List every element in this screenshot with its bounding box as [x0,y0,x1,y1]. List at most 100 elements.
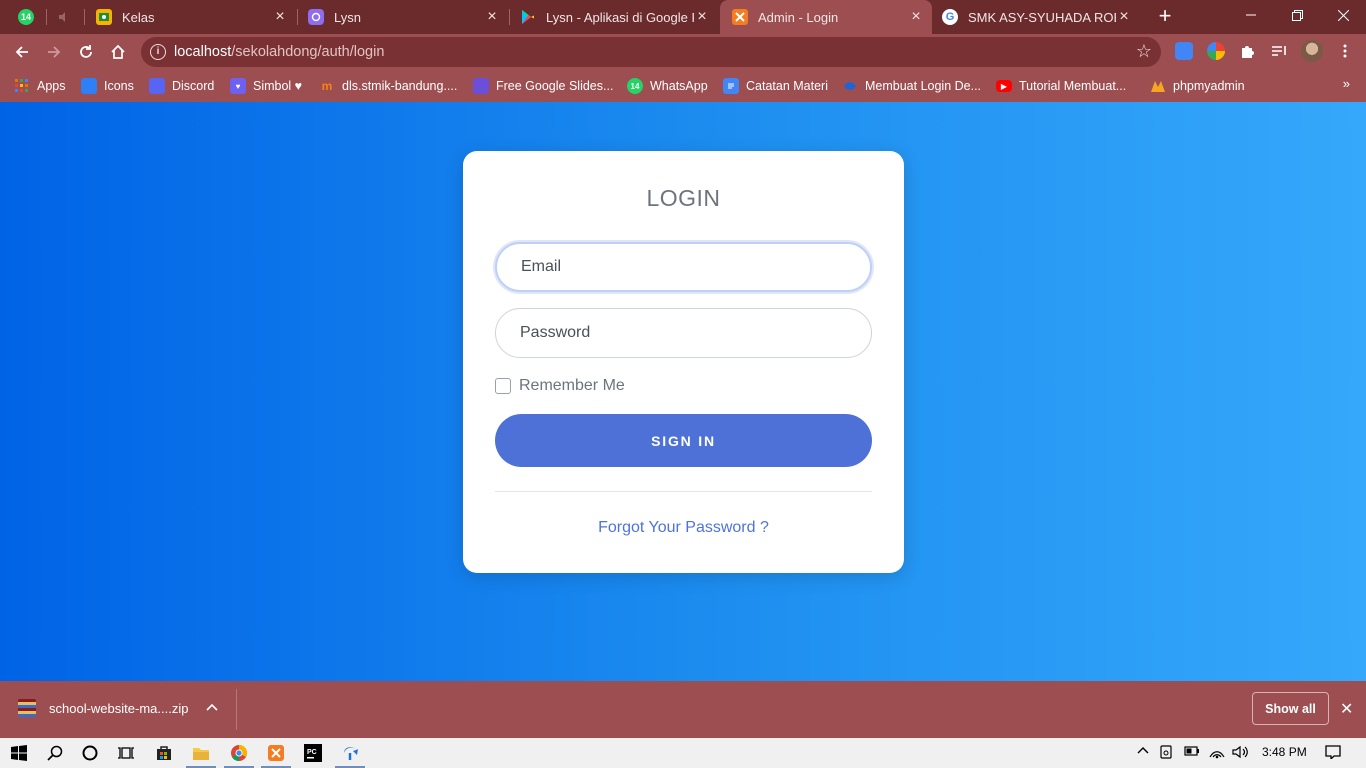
remember-me-checkbox[interactable] [495,378,511,394]
tab-kelas[interactable]: Kelas × [96,0,296,34]
store-icon[interactable] [153,742,175,764]
app-arrow-icon[interactable] [335,742,365,768]
show-all-button[interactable]: Show all [1252,692,1329,725]
download-file-name: school-website-ma....zip [49,700,189,716]
bookmark-catatan-materi[interactable]: Catatan Materi [723,76,828,96]
forward-button[interactable] [42,40,66,64]
whatsapp-icon: 14 [627,78,643,94]
start-windows-icon[interactable] [8,742,30,764]
browser-menu-icon[interactable] [1336,42,1354,60]
moodle-icon: m [321,79,333,93]
tab-close-icon[interactable]: × [908,8,924,26]
color-picker-extension-icon[interactable] [1207,42,1225,60]
bookmark-star-icon[interactable]: ☆ [1136,41,1152,62]
bookmark-icons[interactable]: Icons [81,76,134,96]
forward-arrow-icon [48,46,61,58]
simbol-icon: ♥ [230,78,246,94]
apps-grid-icon [14,78,30,94]
home-button[interactable] [106,40,130,64]
reload-button[interactable] [74,40,98,64]
profile-avatar[interactable] [1301,40,1323,62]
system-clock[interactable]: 3:48 PM [1262,745,1307,759]
file-explorer-icon[interactable] [186,742,216,768]
back-arrow-icon [15,46,28,58]
tab-close-icon[interactable]: × [484,8,500,26]
tab-lysn[interactable]: Lysn × [308,0,508,34]
xampp-icon[interactable] [261,742,291,768]
google-icon: G [942,9,958,25]
extensions-puzzle-icon[interactable] [1239,42,1257,60]
back-button[interactable] [10,40,34,64]
tab-close-icon[interactable]: × [694,8,710,26]
close-window-button[interactable] [1320,0,1366,30]
tab-title: Lysn [334,9,361,25]
youtube-icon: ▶ [996,80,1012,92]
login-card: LOGIN Remember Me SIGN IN Forgot Your Pa… [463,151,904,573]
cortana-icon[interactable] [79,742,101,764]
tab-smk[interactable]: G SMK ASY-SYUHADA ROESLY × [942,0,1140,34]
bookmark-apps[interactable]: Apps [14,76,66,96]
icons-bookmark-icon [81,78,97,94]
forgot-password-link[interactable]: Forgot Your Password ? [463,519,904,537]
home-icon [111,44,125,59]
camera-icon[interactable] [1160,745,1174,762]
tab-title: SMK ASY-SYUHADA ROESLY [968,9,1116,25]
notification-center-icon[interactable] [1325,745,1341,762]
tab-title: Admin - Login [758,9,839,25]
tray-chevron-up-icon[interactable] [1137,745,1149,760]
slides-icon [473,78,489,94]
login-title: LOGIN [646,185,721,211]
pycharm-icon[interactable]: PC [302,742,324,764]
bookmarks-overflow-icon[interactable]: » [1343,76,1350,91]
volume-icon[interactable] [1232,745,1248,762]
tab-close-icon[interactable]: × [1116,8,1132,26]
remember-me-label: Remember Me [519,377,625,394]
media-control-icon[interactable] [1270,42,1288,60]
tab-whatsapp[interactable]: 14 [12,0,42,34]
tab-title: Kelas [122,9,155,25]
url-text[interactable]: localhost/sekolahdong/auth/login [174,44,384,60]
minimize-button[interactable] [1228,0,1274,30]
svg-text:PC: PC [307,749,317,756]
bookmark-tutorial-membuat[interactable]: ▶ Tutorial Membuat... [996,76,1126,96]
password-input[interactable] [495,308,872,358]
address-bar[interactable]: i localhost/sekolahdong/auth/login ☆ [141,37,1161,67]
tab-strip: 14 Kelas × Lysn × Lysn - Aplikasi di Goo… [0,0,1366,34]
close-icon[interactable]: ✕ [1340,699,1353,719]
battery-icon[interactable] [1184,745,1200,760]
remember-me[interactable]: Remember Me [495,377,625,395]
chevron-up-icon[interactable] [206,700,218,714]
bookmark-dls[interactable]: m dls.stmik-bandung.... [319,76,458,96]
bookmark-discord[interactable]: Discord [149,76,214,96]
login-page: LOGIN Remember Me SIGN IN Forgot Your Pa… [0,102,1366,681]
tab-google-play[interactable]: Lysn - Aplikasi di Google Pla × [520,0,718,34]
browser-toolbar: i localhost/sekolahdong/auth/login ☆ [0,34,1366,70]
bookmark-membuat-login[interactable]: Membuat Login De... [842,76,981,96]
tab-title: Lysn - Aplikasi di Google Pla [546,9,694,25]
download-bar: school-website-ma....zip Show all ✕ [0,681,1366,738]
phpmyadmin-icon [1150,78,1166,94]
tab-muted[interactable] [56,0,82,34]
download-item[interactable]: school-website-ma....zip [18,699,188,717]
bookmark-whatsapp[interactable]: 14 WhatsApp [627,76,708,96]
sign-in-button[interactable]: SIGN IN [495,414,872,467]
email-input[interactable] [495,242,872,292]
bookmark-phpmyadmin[interactable]: phpmyadmin [1150,76,1245,96]
restore-button[interactable] [1274,0,1320,30]
classroom-icon [96,9,112,25]
task-view-icon[interactable] [115,742,137,764]
new-tab-button[interactable]: + [1155,5,1175,27]
bookmark-simbol[interactable]: ♥ Simbol ♥ [230,76,302,96]
discord-icon [149,78,165,94]
chrome-icon[interactable] [224,742,254,768]
site-info-icon[interactable]: i [150,44,166,60]
whatsapp-icon: 14 [18,9,34,25]
bookmark-free-google-slides[interactable]: Free Google Slides... [473,76,613,96]
tab-admin-login[interactable]: Admin - Login × [720,0,932,34]
windows-taskbar: PC 3:48 PM [0,738,1366,768]
wifi-icon[interactable] [1209,745,1225,762]
divider [495,491,872,492]
tab-close-icon[interactable]: × [272,8,288,26]
search-icon[interactable] [44,742,66,764]
google-translate-icon[interactable] [1175,42,1193,60]
